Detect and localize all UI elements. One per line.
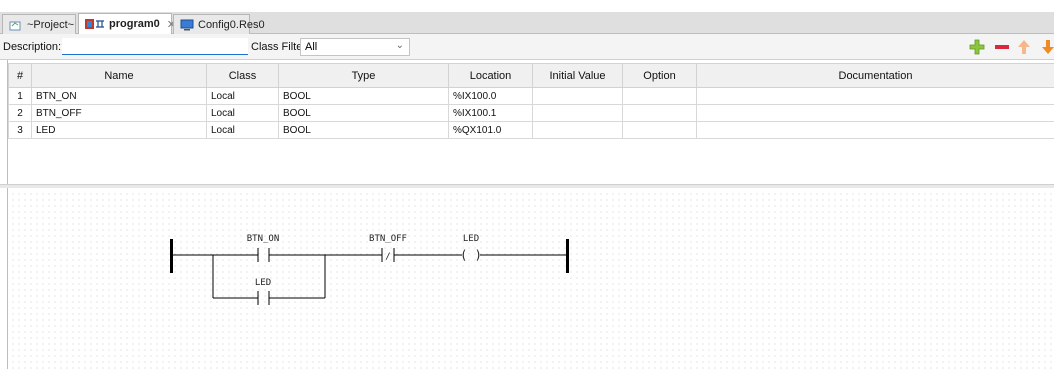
cell-type[interactable]: BOOL — [278, 121, 449, 139]
variable-toolbar: Description: Class Filter: All ⌄ — [0, 34, 1054, 60]
cell-name[interactable]: LED — [31, 121, 207, 139]
table-row[interactable]: 3 LED Local BOOL %QX101.0 — [8, 121, 1054, 139]
variable-table: # Name Class Type Location Initial Value… — [8, 63, 1054, 139]
description-input[interactable] — [62, 38, 248, 55]
cell-location[interactable]: %IX100.0 — [448, 87, 533, 105]
cell-class[interactable]: Local — [206, 104, 279, 122]
class-filter-value: All — [305, 41, 318, 53]
table-row[interactable]: 1 BTN_ON Local BOOL %IX100.0 — [8, 87, 1054, 105]
arrow-down-icon — [1042, 40, 1054, 54]
table-row[interactable]: 2 BTN_OFF Local BOOL %IX100.1 — [8, 104, 1054, 122]
coil-label: LED — [463, 234, 479, 244]
splitter[interactable] — [0, 184, 1054, 188]
cell-class[interactable]: Local — [206, 121, 279, 139]
contact-label: BTN_ON — [247, 234, 280, 244]
column-header-option[interactable]: Option — [622, 63, 697, 88]
resource-icon — [180, 19, 194, 31]
add-variable-button[interactable] — [969, 39, 985, 55]
cell-type[interactable]: BOOL — [278, 104, 449, 122]
right-power-rail — [566, 239, 569, 273]
cell-location[interactable]: %QX101.0 — [448, 121, 533, 139]
cell-type[interactable]: BOOL — [278, 87, 449, 105]
cell-initial-value[interactable] — [532, 121, 623, 139]
column-header-initial-value[interactable]: Initial Value — [532, 63, 623, 88]
chevron-down-icon: ⌄ — [395, 40, 404, 51]
cell-name[interactable]: BTN_ON — [31, 87, 207, 105]
cell-option[interactable] — [622, 121, 697, 139]
description-label: Description: — [3, 41, 62, 53]
contact-label: LED — [255, 278, 271, 288]
class-filter-dropdown[interactable]: All ⌄ — [300, 38, 410, 56]
contact-btn-on[interactable]: BTN_ON — [247, 234, 280, 262]
coil-led[interactable]: ( ) LED — [460, 234, 482, 262]
ladder-program-icon — [85, 18, 105, 30]
plus-icon — [969, 39, 985, 55]
cell-initial-value[interactable] — [532, 104, 623, 122]
column-header-name[interactable]: Name — [31, 63, 207, 88]
remove-variable-button[interactable] — [994, 39, 1010, 55]
column-header-documentation[interactable]: Documentation — [696, 63, 1054, 88]
table-header-row: # Name Class Type Location Initial Value… — [8, 63, 1054, 88]
cell-initial-value[interactable] — [532, 87, 623, 105]
cell-option[interactable] — [622, 104, 697, 122]
row-number: 2 — [8, 104, 32, 122]
column-header-location[interactable]: Location — [448, 63, 533, 88]
cell-documentation[interactable] — [696, 121, 1054, 139]
move-up-button[interactable] — [1016, 39, 1032, 55]
tab-project[interactable]: ~Project~ — [2, 14, 76, 34]
ladder-diagram: BTN_ON / BTN_OFF ( ) LED LED — [170, 234, 569, 305]
contact-label: BTN_OFF — [369, 234, 407, 244]
contact-led-parallel[interactable]: LED — [255, 278, 271, 305]
editor-tab-strip: ~Project~ program0 ✕ Config0.Res0 — [0, 0, 1054, 34]
cell-documentation[interactable] — [696, 87, 1054, 105]
left-power-rail — [170, 239, 173, 273]
cell-name[interactable]: BTN_OFF — [31, 104, 207, 122]
tab-label: Config0.Res0 — [198, 18, 265, 31]
row-number: 1 — [8, 87, 32, 105]
coil-symbol: ( ) — [460, 248, 482, 262]
negated-symbol: / — [385, 252, 390, 262]
tab-program0[interactable]: program0 ✕ — [78, 13, 176, 34]
cell-class[interactable]: Local — [206, 87, 279, 105]
cell-documentation[interactable] — [696, 104, 1054, 122]
tab-label: program0 — [109, 18, 160, 30]
column-header-type[interactable]: Type — [278, 63, 449, 88]
move-down-button[interactable] — [1040, 39, 1054, 55]
negated-contact-btn-off[interactable]: / BTN_OFF — [369, 234, 407, 262]
column-header-class[interactable]: Class — [206, 63, 279, 88]
tab-label: ~Project~ — [27, 18, 75, 31]
arrow-up-icon — [1018, 40, 1030, 54]
cell-location[interactable]: %IX100.1 — [448, 104, 533, 122]
minus-icon — [995, 45, 1009, 49]
column-header-number[interactable]: # — [8, 63, 32, 88]
project-icon — [9, 19, 23, 31]
cell-option[interactable] — [622, 87, 697, 105]
row-number: 3 — [8, 121, 32, 139]
tab-config0-res0[interactable]: Config0.Res0 — [173, 14, 265, 34]
